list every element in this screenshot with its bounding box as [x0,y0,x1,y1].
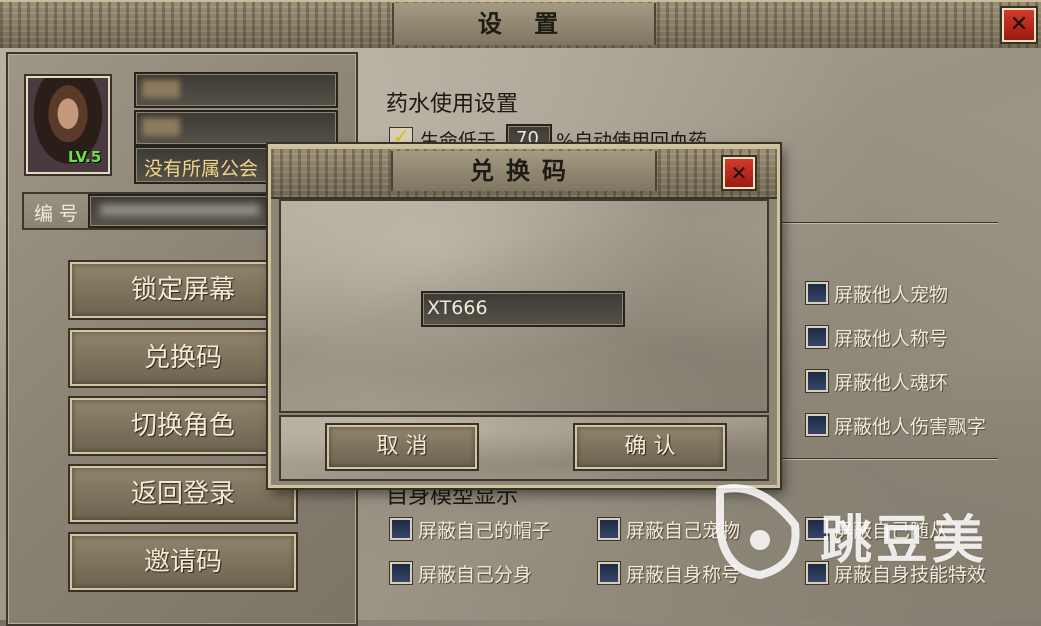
option-hide-others-titles[interactable]: 屏蔽他人称号 [806,324,1026,350]
checkbox[interactable] [806,414,828,436]
option-label: 屏蔽他人宠物 [834,284,949,306]
cancel-label: 取 消 [376,434,428,459]
option-hide-others-pets[interactable]: 屏蔽他人宠物 [806,280,1026,306]
checkbox[interactable] [390,562,412,584]
option-label: 屏蔽他人伤害飘字 [834,416,987,438]
confirm-button[interactable]: 确 认 [575,425,725,469]
avatar: LV.5 [26,76,110,174]
option-label: 屏蔽自己分身 [418,564,533,586]
checkbox[interactable] [390,518,412,540]
return-login-button[interactable]: 返回登录 [70,466,296,522]
checkbox[interactable] [598,562,620,584]
level-badge: LV.5 [68,148,102,166]
option-hide-own-clone[interactable]: 屏蔽自己分身 [390,560,590,586]
invite-code-label: 邀请码 [143,547,222,577]
return-login-label: 返回登录 [130,479,235,509]
player-name-field [134,72,338,108]
potion-settings-title: 药水使用设置 [386,92,519,117]
window-close-button[interactable]: ✕ [1002,8,1036,42]
redeem-code-button[interactable]: 兑换码 [70,330,296,386]
checkbox[interactable] [806,326,828,348]
invite-code-button[interactable]: 邀请码 [70,534,296,590]
switch-character-button[interactable]: 切换角色 [70,398,296,454]
option-label: 屏蔽他人魂环 [834,372,949,394]
redeem-code-input[interactable]: XT666 [421,291,625,327]
option-hide-own-hat[interactable]: 屏蔽自己的帽子 [390,516,590,542]
cancel-button[interactable]: 取 消 [327,425,477,469]
redeem-code-value: XT666 [427,297,488,319]
watermark: 跳豆美 [700,470,1020,590]
id-row: 编 号 [22,192,276,230]
id-value-field [88,194,276,228]
dialog-title: 兑换码 [391,151,657,191]
checkbox[interactable] [806,282,828,304]
option-label: 屏蔽自己的帽子 [418,520,552,542]
window-title: 设 置 [392,3,656,45]
watermark-logo-icon [716,484,800,579]
player-info-field [134,110,338,146]
watermark-text: 跳豆美 [820,511,989,571]
close-icon: ✕ [1009,12,1029,37]
option-hide-others-soul-rings[interactable]: 屏蔽他人魂环 [806,368,1026,394]
redeem-code-label: 兑换码 [143,343,222,373]
lock-screen-button[interactable]: 锁定屏幕 [70,262,296,318]
checkbox[interactable] [598,518,620,540]
lock-screen-label: 锁定屏幕 [130,275,235,305]
redeem-dialog: 兑换码 ✕ XT666 取 消 确 认 [268,144,780,488]
option-hide-others-damage-text[interactable]: 屏蔽他人伤害飘字 [806,412,1036,438]
guild-text: 没有所属公会 [144,158,259,180]
checkbox[interactable] [806,370,828,392]
id-label: 编 号 [34,203,79,225]
close-icon: ✕ [730,161,748,185]
switch-character-label: 切换角色 [130,411,235,441]
confirm-label: 确 认 [624,434,676,459]
dialog-close-button[interactable]: ✕ [723,157,755,189]
option-label: 屏蔽他人称号 [834,328,949,350]
